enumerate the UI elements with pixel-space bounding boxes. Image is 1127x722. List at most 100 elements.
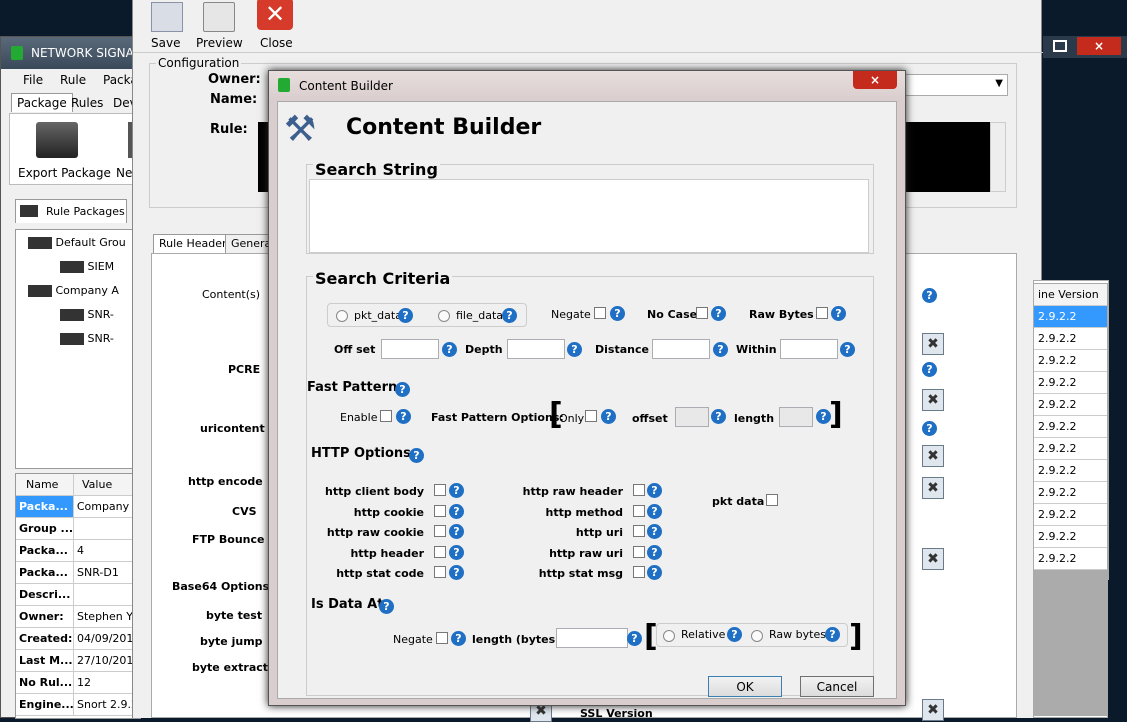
http-cookie-checkbox[interactable] — [434, 505, 446, 517]
depth-field[interactable] — [507, 339, 565, 359]
raw-bytes-checkbox[interactable] — [816, 307, 828, 319]
engine-version-row[interactable]: 2.9.2.2 — [1034, 504, 1107, 526]
help-icon[interactable]: ? — [825, 627, 840, 642]
http-method-checkbox[interactable] — [633, 505, 645, 517]
engine-version-row[interactable]: 2.9.2.2 — [1034, 372, 1107, 394]
help-icon[interactable]: ? — [379, 599, 394, 614]
help-icon[interactable]: ? — [449, 483, 464, 498]
negate-checkbox[interactable] — [594, 307, 606, 319]
tree-item-siem[interactable]: SIEM — [60, 260, 114, 276]
http-stat-code-checkbox[interactable] — [434, 566, 446, 578]
only-checkbox[interactable] — [585, 410, 597, 422]
property-row[interactable]: Packa... SNR-D1 — [16, 562, 140, 584]
help-icon[interactable]: ? — [711, 409, 726, 424]
next-button[interactable]: Ne — [116, 166, 132, 180]
engine-version-row[interactable]: 2.9.2.2 — [1034, 394, 1107, 416]
help-icon[interactable]: ? — [831, 306, 846, 321]
property-row[interactable]: Last M... 27/10/201 — [16, 650, 140, 672]
file-data-radio[interactable] — [438, 310, 450, 322]
export-package-button[interactable]: Export Package — [18, 166, 111, 180]
preview-button[interactable]: Preview — [195, 0, 243, 50]
engine-version-row[interactable]: 2.9.2.2 — [1034, 438, 1107, 460]
help-icon[interactable]: ? — [727, 627, 742, 642]
help-icon[interactable]: ? — [449, 565, 464, 580]
property-row[interactable]: Packa... Company A — [16, 496, 140, 518]
length-bytes-field[interactable] — [556, 628, 628, 648]
raw-bytes-radio[interactable] — [751, 630, 763, 642]
fp-length-field[interactable] — [779, 407, 813, 427]
engine-version-row[interactable]: 2.9.2.2 — [1034, 526, 1107, 548]
help-icon[interactable]: ? — [647, 545, 662, 560]
tab-rules[interactable]: Rules — [67, 95, 107, 111]
fp-offset-field[interactable] — [675, 407, 709, 427]
engine-version-row[interactable]: 2.9.2.2 — [1034, 460, 1107, 482]
maximize-icon[interactable] — [1053, 40, 1067, 52]
help-icon[interactable]: ? — [627, 631, 642, 646]
save-button[interactable]: Save — [147, 0, 187, 50]
help-icon[interactable]: ? — [922, 288, 937, 303]
help-icon[interactable]: ? — [922, 362, 937, 377]
no-case-checkbox[interactable] — [696, 307, 708, 319]
help-icon[interactable]: ? — [711, 306, 726, 321]
engine-version-row[interactable]: 2.9.2.2 — [1034, 306, 1107, 328]
help-icon[interactable]: ? — [567, 342, 582, 357]
distance-field[interactable] — [652, 339, 710, 359]
property-row[interactable]: No Rul... 12 — [16, 672, 140, 694]
http-uri-checkbox[interactable] — [633, 525, 645, 537]
help-icon[interactable]: ? — [647, 504, 662, 519]
help-icon[interactable]: ? — [398, 308, 413, 323]
help-icon[interactable]: ? — [922, 421, 937, 436]
http-raw-uri-checkbox[interactable] — [633, 546, 645, 558]
tab-package[interactable]: Package — [11, 93, 73, 112]
wrench-icon[interactable]: ✖ — [922, 477, 944, 499]
http-client-body-checkbox[interactable] — [434, 484, 446, 496]
http-raw-header-checkbox[interactable] — [633, 484, 645, 496]
rule-scrollbar[interactable] — [990, 122, 1006, 192]
help-icon[interactable]: ? — [449, 504, 464, 519]
help-icon[interactable]: ? — [409, 448, 424, 463]
help-icon[interactable]: ? — [502, 308, 517, 323]
property-row[interactable]: Created: 04/09/201 — [16, 628, 140, 650]
property-row[interactable]: Owner: Stephen Yi — [16, 606, 140, 628]
ok-button[interactable]: OK — [708, 676, 782, 697]
menu-rule[interactable]: Rule — [60, 73, 86, 87]
pkt-data-checkbox[interactable] — [766, 494, 778, 506]
help-icon[interactable]: ? — [451, 631, 466, 646]
panel-tab-rule-packages[interactable]: Rule Packages — [15, 199, 127, 223]
engine-version-row[interactable]: 2.9.2.2 — [1034, 548, 1107, 570]
search-string-input[interactable] — [309, 179, 869, 253]
tree-item-snr-1[interactable]: SNR- — [60, 308, 114, 324]
help-icon[interactable]: ? — [647, 565, 662, 580]
help-icon[interactable]: ? — [449, 545, 464, 560]
dialog-close-button[interactable]: × — [853, 71, 897, 89]
engine-version-row[interactable]: 2.9.2.2 — [1034, 416, 1107, 438]
engine-version-row[interactable]: 2.9.2.2 — [1034, 328, 1107, 350]
property-row[interactable]: Packa... 4 — [16, 540, 140, 562]
help-icon[interactable]: ? — [647, 483, 662, 498]
help-icon[interactable]: ? — [610, 306, 625, 321]
relative-radio[interactable] — [663, 630, 675, 642]
property-row[interactable]: Group ... — [16, 518, 140, 540]
close-button[interactable]: ✕ Close — [255, 0, 295, 50]
property-row[interactable]: Engine... Snort 2.9.2 — [16, 694, 140, 716]
engine-version-row[interactable]: 2.9.2.2 — [1034, 350, 1107, 372]
help-icon[interactable]: ? — [449, 524, 464, 539]
tree-item-company-a[interactable]: Company A — [28, 284, 119, 300]
wrench-icon[interactable]: ✖ — [922, 445, 944, 467]
engine-version-row[interactable]: 2.9.2.2 — [1034, 482, 1107, 504]
help-icon[interactable]: ? — [396, 409, 411, 424]
help-icon[interactable]: ? — [442, 342, 457, 357]
cancel-button[interactable]: Cancel — [800, 676, 874, 697]
property-row[interactable]: Descri... — [16, 584, 140, 606]
pkt-data-radio[interactable] — [336, 310, 348, 322]
http-stat-msg-checkbox[interactable] — [633, 566, 645, 578]
within-field[interactable] — [780, 339, 838, 359]
enable-checkbox[interactable] — [380, 410, 392, 422]
offset-field[interactable] — [381, 339, 439, 359]
help-icon[interactable]: ? — [713, 342, 728, 357]
http-raw-cookie-checkbox[interactable] — [434, 525, 446, 537]
help-icon[interactable]: ? — [840, 342, 855, 357]
http-header-checkbox[interactable] — [434, 546, 446, 558]
menu-file[interactable]: File — [23, 73, 43, 87]
close-icon[interactable]: × — [1077, 37, 1121, 55]
